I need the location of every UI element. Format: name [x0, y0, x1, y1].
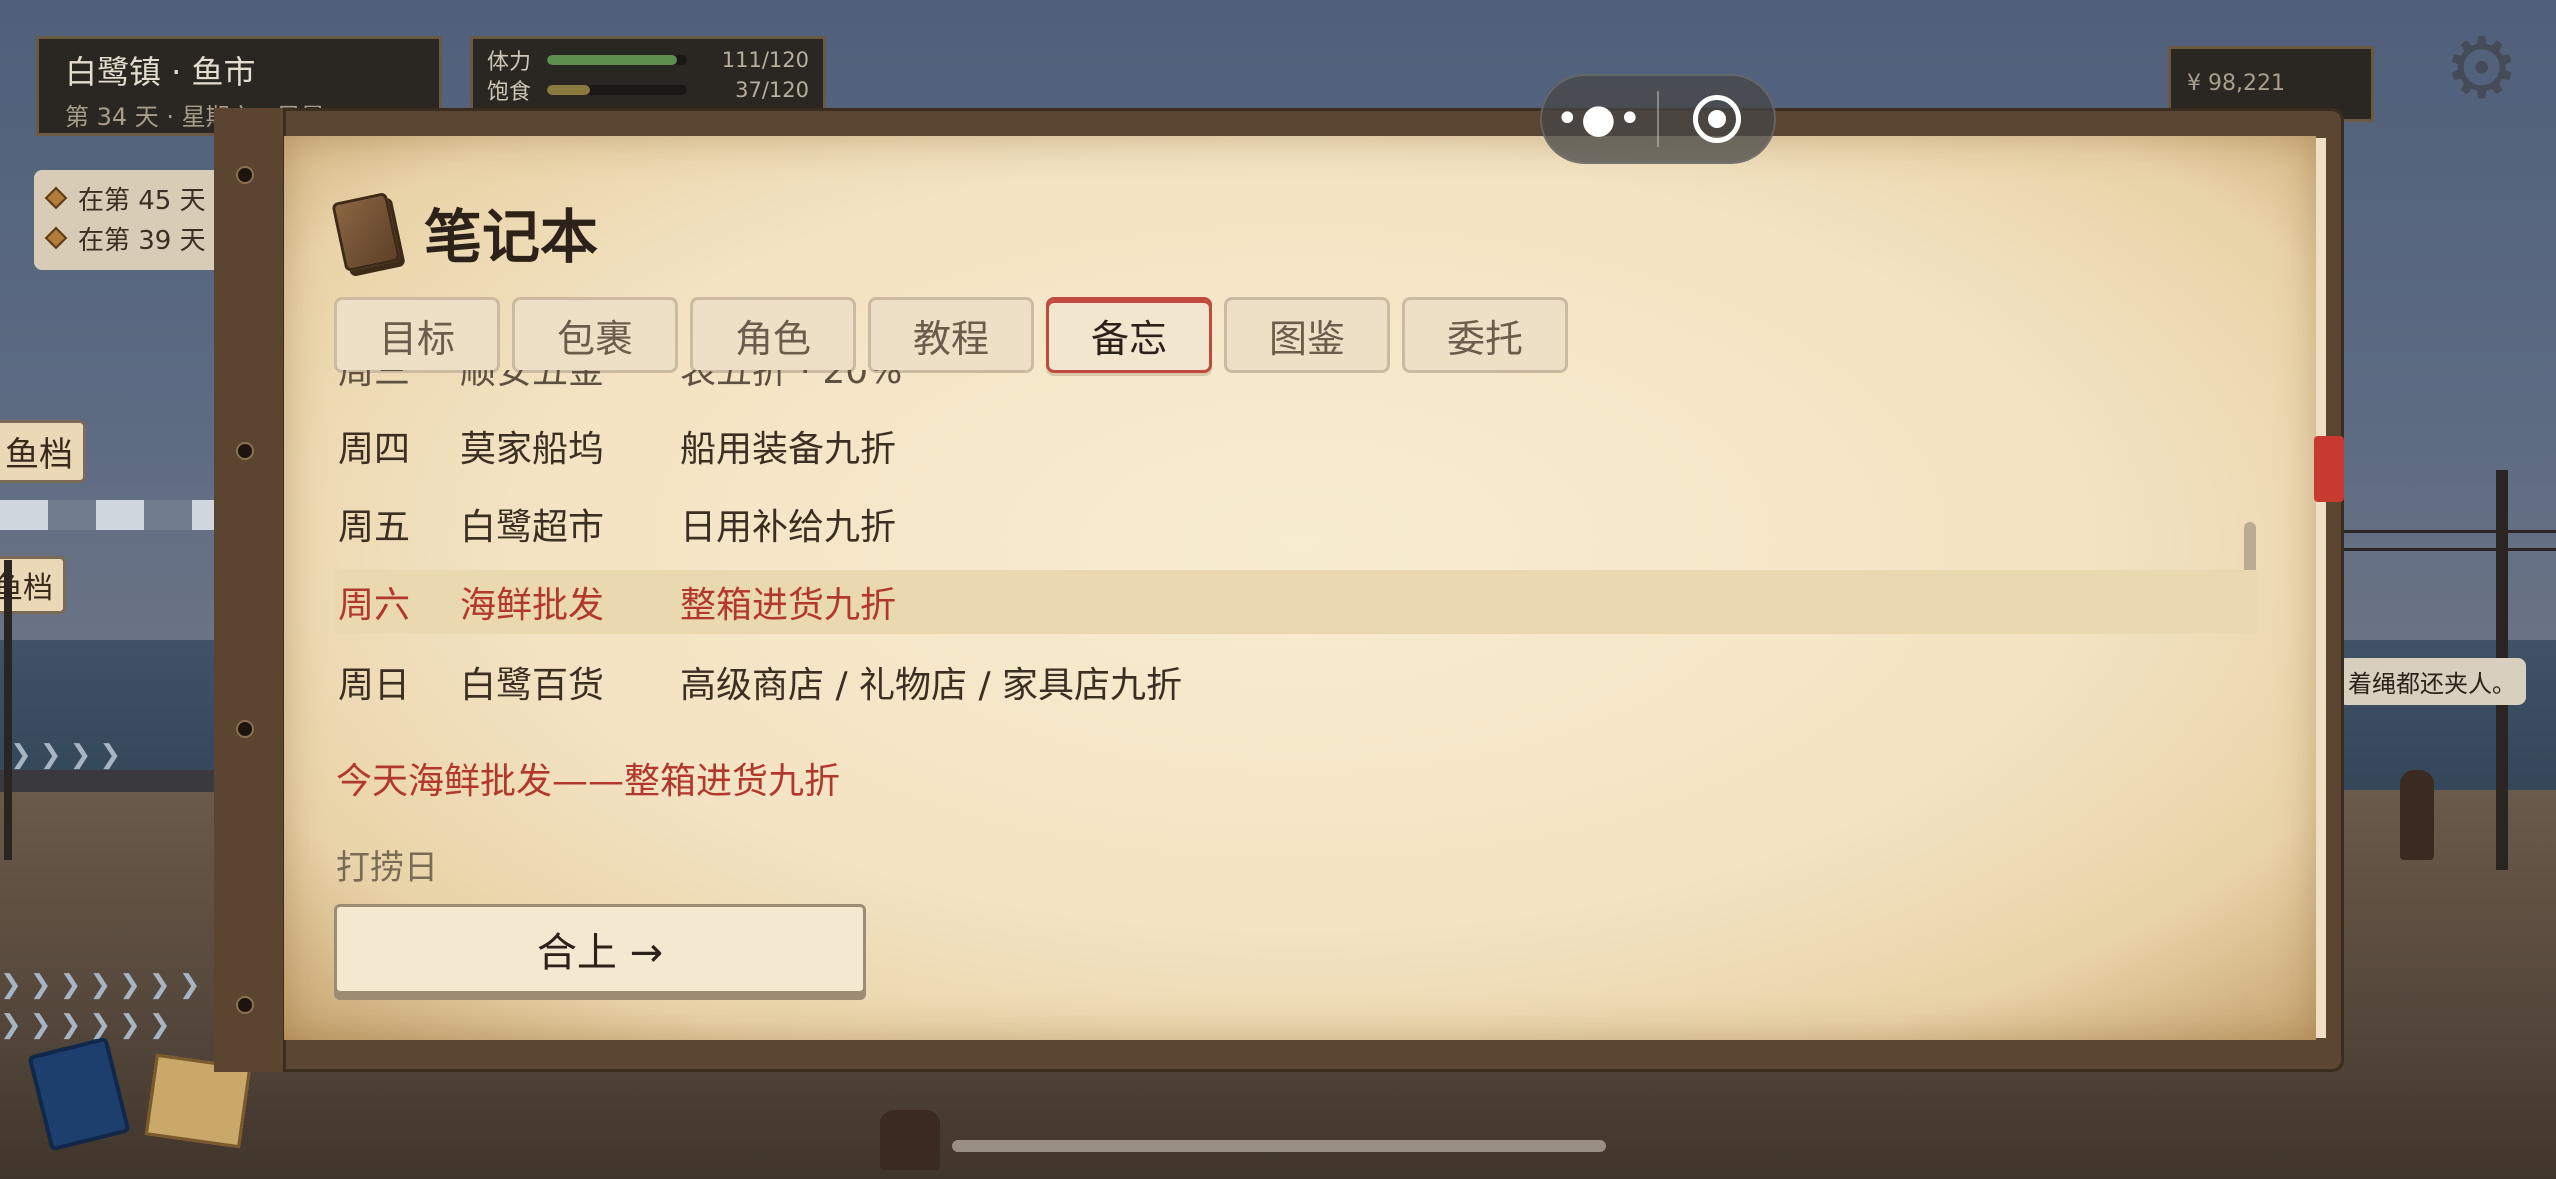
fish-display: ❯❯❯❯ — [10, 740, 130, 770]
more-menu-icon[interactable]: •●• — [1542, 99, 1657, 139]
row-deal: 表五折 · 20% — [680, 370, 903, 392]
power-line — [2330, 530, 2556, 533]
stamina-row: 体力 111/120 — [487, 45, 809, 75]
row-day: 周三 — [338, 370, 411, 392]
tab-commissions[interactable]: 委托 — [1402, 297, 1568, 373]
goal-tracker[interactable]: 在第 45 天 在第 39 天 — [34, 170, 234, 270]
notebook-spine — [214, 108, 286, 1072]
binder-hole — [236, 166, 254, 184]
stall-awning — [0, 500, 230, 530]
row-day: 周五 — [338, 507, 411, 548]
today-deal-note: 今天海鲜批发——整箱进货九折 — [336, 761, 841, 802]
goal-item: 在第 45 天 — [44, 178, 220, 218]
row-deal: 日用补给九折 — [680, 507, 897, 548]
schedule-row: 周日 白鹭百货 高级商店 / 礼物店 / 家具店九折 — [334, 650, 2258, 714]
fish-display: ❯❯❯❯❯❯ — [0, 1010, 179, 1040]
fish-display: ❯❯❯❯❯❯❯ — [0, 970, 209, 1000]
tab-goals[interactable]: 目标 — [334, 297, 500, 373]
binder-hole — [236, 442, 254, 460]
tab-inventory[interactable]: 包裹 — [512, 297, 678, 373]
bookmark-ribbon[interactable] — [2314, 436, 2344, 502]
stats-panel: 体力 111/120 饱食 37/120 — [470, 36, 826, 114]
npc-fisherman[interactable] — [2400, 770, 2434, 860]
hunger-value: 37/120 — [735, 78, 809, 102]
diamond-icon — [44, 186, 68, 210]
row-deal: 整箱进货九折 — [680, 585, 897, 626]
schedule-row: 周五 白鹭超市 日用补给九折 — [334, 492, 2258, 556]
binder-hole — [236, 996, 254, 1014]
stall-sign: 鱼档 — [0, 420, 86, 483]
tab-tutorial[interactable]: 教程 — [868, 297, 1034, 373]
row-day: 周四 — [338, 429, 411, 470]
close-notebook-button[interactable]: 合上 → — [334, 904, 866, 994]
row-place: 海鲜批发 — [460, 585, 605, 626]
home-indicator[interactable] — [952, 1140, 1606, 1152]
hunger-label: 饱食 — [487, 80, 532, 105]
diamond-icon — [44, 226, 68, 250]
discount-schedule-list[interactable]: 周三 顺安五金 表五折 · 20% 周四 莫家船坞 船用装备九折 周五 白鹭超市… — [334, 370, 2258, 810]
stamina-value: 111/120 — [721, 48, 809, 72]
row-day: 周日 — [338, 665, 411, 706]
row-deal: 高级商店 / 礼物店 / 家具店九折 — [680, 665, 1183, 706]
close-miniprogram-button[interactable] — [1659, 95, 1774, 143]
hunger-row: 饱食 37/120 — [487, 75, 809, 105]
hunger-fill — [547, 85, 591, 95]
notebook-title: 笔记本 — [424, 203, 599, 271]
utility-pole-left — [4, 560, 12, 860]
row-place: 顺安五金 — [460, 370, 605, 392]
goal-text: 在第 39 天 — [78, 225, 206, 256]
goal-text: 在第 45 天 — [78, 185, 206, 216]
location-title: 白鹭镇 · 鱼市 — [65, 53, 256, 91]
row-day: 周六 — [338, 585, 411, 626]
miniprogram-capsule: •●• — [1540, 74, 1776, 164]
hunger-bar — [547, 85, 687, 95]
schedule-row: 周四 莫家船坞 船用装备九折 — [334, 414, 2258, 478]
tab-collection[interactable]: 图鉴 — [1224, 297, 1390, 373]
row-deal: 船用装备九折 — [680, 429, 897, 470]
notebook-header: 笔记本 — [331, 190, 599, 274]
tab-characters[interactable]: 角色 — [690, 297, 856, 373]
page-edge — [2316, 138, 2326, 1038]
npc-speech-bubble: 着绳都还夹人。 — [2338, 658, 2526, 705]
tab-memo[interactable]: 备忘 — [1046, 297, 1212, 373]
power-line — [2330, 548, 2556, 551]
notebook-book-icon — [331, 191, 401, 273]
stamina-label: 体力 — [487, 50, 532, 75]
schedule-row-today: 周六 海鲜批发 整箱进货九折 — [334, 570, 2258, 634]
settings-gear-icon[interactable]: ⚙ — [2444, 26, 2528, 110]
stamina-bar — [547, 55, 687, 65]
row-place: 白鹭超市 — [460, 507, 605, 548]
binder-hole — [236, 720, 254, 738]
notebook-tabs: 目标 包裹 角色 教程 备忘 图鉴 委托 — [334, 297, 1568, 373]
row-place: 白鹭百货 — [460, 665, 605, 706]
goal-item: 在第 39 天 — [44, 218, 220, 258]
salvage-day-heading: 打捞日 — [336, 848, 438, 888]
stamina-fill — [547, 55, 677, 65]
schedule-row: 周三 顺安五金 表五折 · 20% — [334, 370, 2258, 400]
ring-dot — [1707, 110, 1726, 128]
player-character — [880, 1110, 940, 1170]
row-place: 莫家船坞 — [460, 429, 605, 470]
target-ring-icon — [1692, 95, 1741, 143]
